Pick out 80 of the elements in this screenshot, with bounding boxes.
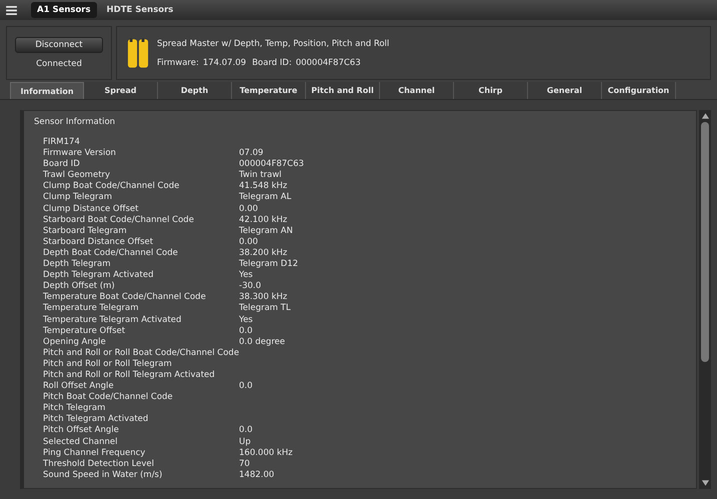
property-label: Pitch Telegram Activated xyxy=(43,414,150,426)
connection-status: Connected xyxy=(36,59,82,69)
property-value: 0.0 xyxy=(239,425,253,437)
property-label: Pitch Offset Angle xyxy=(43,425,120,437)
property-label: Pitch and Roll or Roll Telegram xyxy=(43,358,173,370)
property-label: Temperature Telegram Activated xyxy=(43,314,182,326)
property-label: Clump Telegram xyxy=(43,192,114,204)
sensor-icon xyxy=(127,36,149,70)
property-value: 000004F87C63 xyxy=(239,159,304,170)
property-value: 0.0 xyxy=(239,381,253,392)
disconnect-button[interactable]: Disconnect xyxy=(15,37,103,53)
tab[interactable]: Pitch and Roll xyxy=(306,82,380,99)
property-label: Pitch and Roll or Roll Telegram Activated xyxy=(43,370,216,382)
property-label: Pitch and Roll or Roll Boat Code/Channel Code xyxy=(43,348,239,359)
tab[interactable]: Information xyxy=(10,82,84,99)
property-label: Selected Channel xyxy=(43,436,118,448)
property-value: Up xyxy=(239,436,251,448)
menu-icon[interactable] xyxy=(6,6,17,14)
property-value: Telegram AL xyxy=(239,192,292,204)
property-label: Roll Offset Angle xyxy=(43,381,115,392)
board-id-label: Board ID: xyxy=(252,58,292,68)
property-value: 1482.00 xyxy=(239,470,274,481)
property-value: 0.0 xyxy=(239,326,253,337)
scroll-up-icon[interactable] xyxy=(700,112,710,120)
board-id-value: 000004F87C63 xyxy=(296,58,361,68)
property-label: Clump Boat Code/Channel Code xyxy=(43,181,180,192)
property-value: 0.00 xyxy=(239,204,258,215)
property-label: Depth Telegram xyxy=(43,259,112,270)
firmware-label: Firmware: xyxy=(157,58,199,68)
property-value: 160.000 kHz xyxy=(239,448,293,459)
property-label: Opening Angle xyxy=(43,336,107,348)
scroll-down-icon[interactable] xyxy=(700,479,710,487)
tab[interactable]: Temperature xyxy=(232,82,306,99)
property-label: Clump Distance Offset xyxy=(43,204,140,215)
property-value: 70 xyxy=(239,458,250,470)
property-label: Depth Boat Code/Channel Code xyxy=(43,248,179,260)
sensor-name: Spread Master w/ Depth, Temp, Position, Pitch and Roll xyxy=(157,38,390,48)
tab[interactable]: Configuration xyxy=(602,82,676,99)
property-label: Pitch Telegram xyxy=(43,403,106,414)
property-value: Telegram AN xyxy=(239,226,293,237)
property-value: 38.200 kHz xyxy=(239,248,288,260)
property-label: Starboard Distance Offset xyxy=(43,236,154,248)
property-label: Temperature Telegram xyxy=(43,303,140,314)
property-label: Depth Offset (m) xyxy=(43,281,116,292)
property-label: Pitch Boat Code/Channel Code xyxy=(43,392,174,404)
sensor-group-tab[interactable]: A1 Sensors xyxy=(31,2,97,18)
scroll-thumb[interactable] xyxy=(701,122,709,362)
tab[interactable]: Chirp xyxy=(454,82,528,99)
property-label: FIRM174 xyxy=(43,137,81,148)
property-value: Telegram D12 xyxy=(239,259,298,270)
panel-title: Sensor Information xyxy=(34,117,116,127)
property-value: 42.100 kHz xyxy=(239,214,288,226)
property-value: 38.300 kHz xyxy=(239,292,288,304)
property-value: Yes xyxy=(239,270,253,282)
property-label: Threshold Detection Level xyxy=(43,458,156,470)
tab[interactable]: Channel xyxy=(380,82,454,99)
property-label: Sound Speed in Water (m/s) xyxy=(43,470,164,481)
property-value: Yes xyxy=(239,314,253,326)
tab[interactable]: Depth xyxy=(158,82,232,99)
property-value: -30.0 xyxy=(239,281,261,292)
sensor-group-tab[interactable]: HDTE Sensors xyxy=(100,2,180,18)
property-label: Depth Telegram Activated xyxy=(43,270,154,282)
firmware-value: 174.07.09 xyxy=(202,58,246,68)
property-value: 07.09 xyxy=(239,148,264,160)
property-value: Twin trawl xyxy=(239,170,282,182)
property-label: Ping Channel Frequency xyxy=(43,448,146,459)
property-label: Starboard Telegram xyxy=(43,226,128,237)
property-label: Temperature Offset xyxy=(43,326,126,337)
property-label: Board ID xyxy=(43,159,81,170)
tab[interactable]: Spread xyxy=(84,82,158,99)
scrollbar[interactable] xyxy=(699,110,711,489)
property-label: Starboard Boat Code/Channel Code xyxy=(43,214,195,226)
property-value: 0.00 xyxy=(239,236,258,248)
property-label: Trawl Geometry xyxy=(43,170,112,182)
property-value: 0.0 degree xyxy=(239,336,286,348)
tab[interactable]: General xyxy=(528,82,602,99)
property-label: Temperature Boat Code/Channel Code xyxy=(43,292,207,304)
property-value: 41.548 kHz xyxy=(239,181,288,192)
property-value: Telegram TL xyxy=(239,303,291,314)
property-label: Firmware Version xyxy=(43,148,117,160)
